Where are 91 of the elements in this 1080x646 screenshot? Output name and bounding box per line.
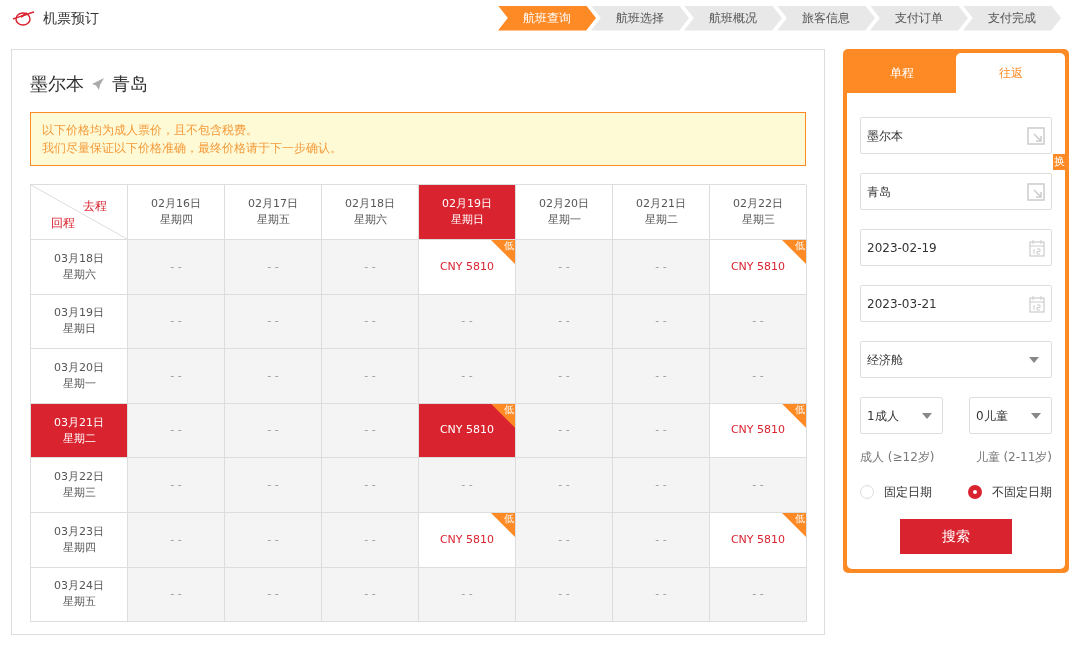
step-tab[interactable]: 航班概况 — [684, 5, 782, 31]
fare-cell-text: - - — [558, 367, 570, 384]
adult-age-note: 成人 (≥12岁) — [860, 449, 935, 466]
fare-cell: - - — [558, 422, 570, 439]
fare-cell: - - — [752, 313, 764, 330]
fare-cell-text: - - — [558, 476, 570, 493]
radio-label: 不固定日期 — [992, 484, 1052, 501]
return-label: 回程 — [51, 215, 75, 232]
step-tab[interactable]: 航班选择 — [591, 5, 689, 31]
fare-cell-text: - - — [267, 476, 279, 493]
fare-cell: - - — [170, 531, 182, 548]
fare-cell-text: - - — [752, 476, 764, 493]
fare-cell-text: - - — [461, 367, 473, 384]
date-header[interactable]: 03月21日 星期二 — [31, 403, 128, 459]
airline-logo-icon — [11, 9, 35, 27]
page-title: 机票预订 — [43, 8, 99, 28]
calendar-icon — [1029, 238, 1045, 257]
plane-icon — [90, 75, 106, 92]
caret-icon — [1031, 412, 1041, 419]
fare-cell: - - — [364, 422, 376, 439]
fare-cell: - - — [267, 313, 279, 330]
depart-date-field[interactable]: 2023-02-19 — [860, 229, 1052, 266]
fare-cell: - - — [170, 422, 182, 439]
fare-cell: - - — [655, 586, 667, 603]
fare-cell-text: - - — [655, 367, 667, 384]
step-tab[interactable]: 支付完成 — [963, 5, 1061, 31]
fare-cell: - - — [170, 313, 182, 330]
fare-cell-text: - - — [364, 476, 376, 493]
fare-cell: - - — [364, 313, 376, 330]
fare-cell: - - — [752, 586, 764, 603]
fare-cell: - - — [461, 313, 473, 330]
date-header[interactable]: 03月24日 星期五 — [31, 567, 128, 623]
city-picker-icon — [1027, 126, 1045, 145]
fare-cell-text: - - — [170, 476, 182, 493]
fare-cell-text: - - — [655, 258, 667, 275]
origin-field[interactable]: 墨尔本 — [860, 117, 1052, 154]
date-header[interactable]: 02月16日 星期四 — [128, 185, 225, 240]
fare-cell-text: - - — [170, 258, 182, 275]
origin-city: 墨尔本 — [30, 72, 84, 96]
cabin-select[interactable]: 经济舱 — [860, 341, 1052, 378]
fare-cell: - - — [267, 531, 279, 548]
notice-text: 以下价格均为成人票价，且不包含税费。 — [42, 122, 259, 139]
fare-cell: - - — [267, 422, 279, 439]
fare-cell: - - — [655, 422, 667, 439]
fare-cell-text: - - — [461, 476, 473, 493]
fare-cell: - - — [267, 586, 279, 603]
fare-cell: - - — [558, 531, 570, 548]
notice-text: 我们尽量保证以下价格准确，最终价格请于下一步确认。 — [42, 140, 343, 157]
radio-button[interactable] — [968, 485, 982, 499]
calendar-icon — [1029, 294, 1045, 313]
destination-field[interactable]: 青岛 — [860, 173, 1052, 210]
fare-cell-text: - - — [364, 258, 376, 275]
outbound-label: 去程 — [83, 198, 107, 215]
adults-select[interactable]: 1成人 — [860, 397, 943, 434]
caret-icon — [922, 412, 932, 419]
fare-cell: - - — [655, 531, 667, 548]
date-header[interactable]: 03月22日 星期三 — [31, 458, 128, 513]
city-picker-icon — [1027, 182, 1045, 201]
fare-cell: - - — [655, 313, 667, 330]
step-tab[interactable]: 支付订单 — [870, 5, 968, 31]
caret-icon — [1029, 356, 1039, 363]
destination-city: 青岛 — [112, 72, 148, 96]
fare-cell-text: - - — [364, 367, 376, 384]
fare-cell-text: - - — [267, 258, 279, 275]
fare-cell: - - — [170, 586, 182, 603]
fare-cell: - - — [558, 313, 570, 330]
radio-label: 固定日期 — [884, 484, 932, 501]
date-header[interactable]: 02月20日 星期一 — [516, 185, 613, 240]
fare-cell-text: - - — [558, 258, 570, 275]
date-header[interactable]: 03月18日 星期六 — [31, 240, 128, 295]
date-header[interactable]: 02月17日 星期五 — [225, 185, 322, 240]
date-header[interactable]: 03月19日 星期日 — [31, 294, 128, 350]
date-header[interactable]: 02月22日 星期三 — [710, 185, 807, 240]
date-header[interactable]: 03月20日 星期一 — [31, 349, 128, 404]
return-date-field[interactable]: 2023-03-21 — [860, 285, 1052, 322]
date-header[interactable]: 03月23日 星期四 — [31, 512, 128, 568]
step-tab[interactable]: 旅客信息 — [777, 5, 875, 31]
fare-cell: - - — [364, 586, 376, 603]
date-header[interactable]: 02月21日 星期二 — [613, 185, 710, 240]
date-header[interactable]: 02月18日 星期六 — [322, 185, 419, 240]
fare-cell: - - — [461, 586, 473, 603]
fare-cell: - - — [364, 531, 376, 548]
fare-cell-text: - - — [267, 367, 279, 384]
fare-cell-text: - - — [170, 367, 182, 384]
search-button[interactable]: 搜索 — [900, 519, 1012, 554]
fare-cell-text: - - — [655, 476, 667, 493]
child-age-note: 儿童 (2-11岁) — [975, 449, 1052, 466]
fare-cell: - - — [558, 586, 570, 603]
children-select[interactable]: 0儿童 — [969, 397, 1052, 434]
date-header[interactable]: 02月19日 星期日 — [419, 185, 516, 240]
fare-cell-text: - - — [752, 367, 764, 384]
